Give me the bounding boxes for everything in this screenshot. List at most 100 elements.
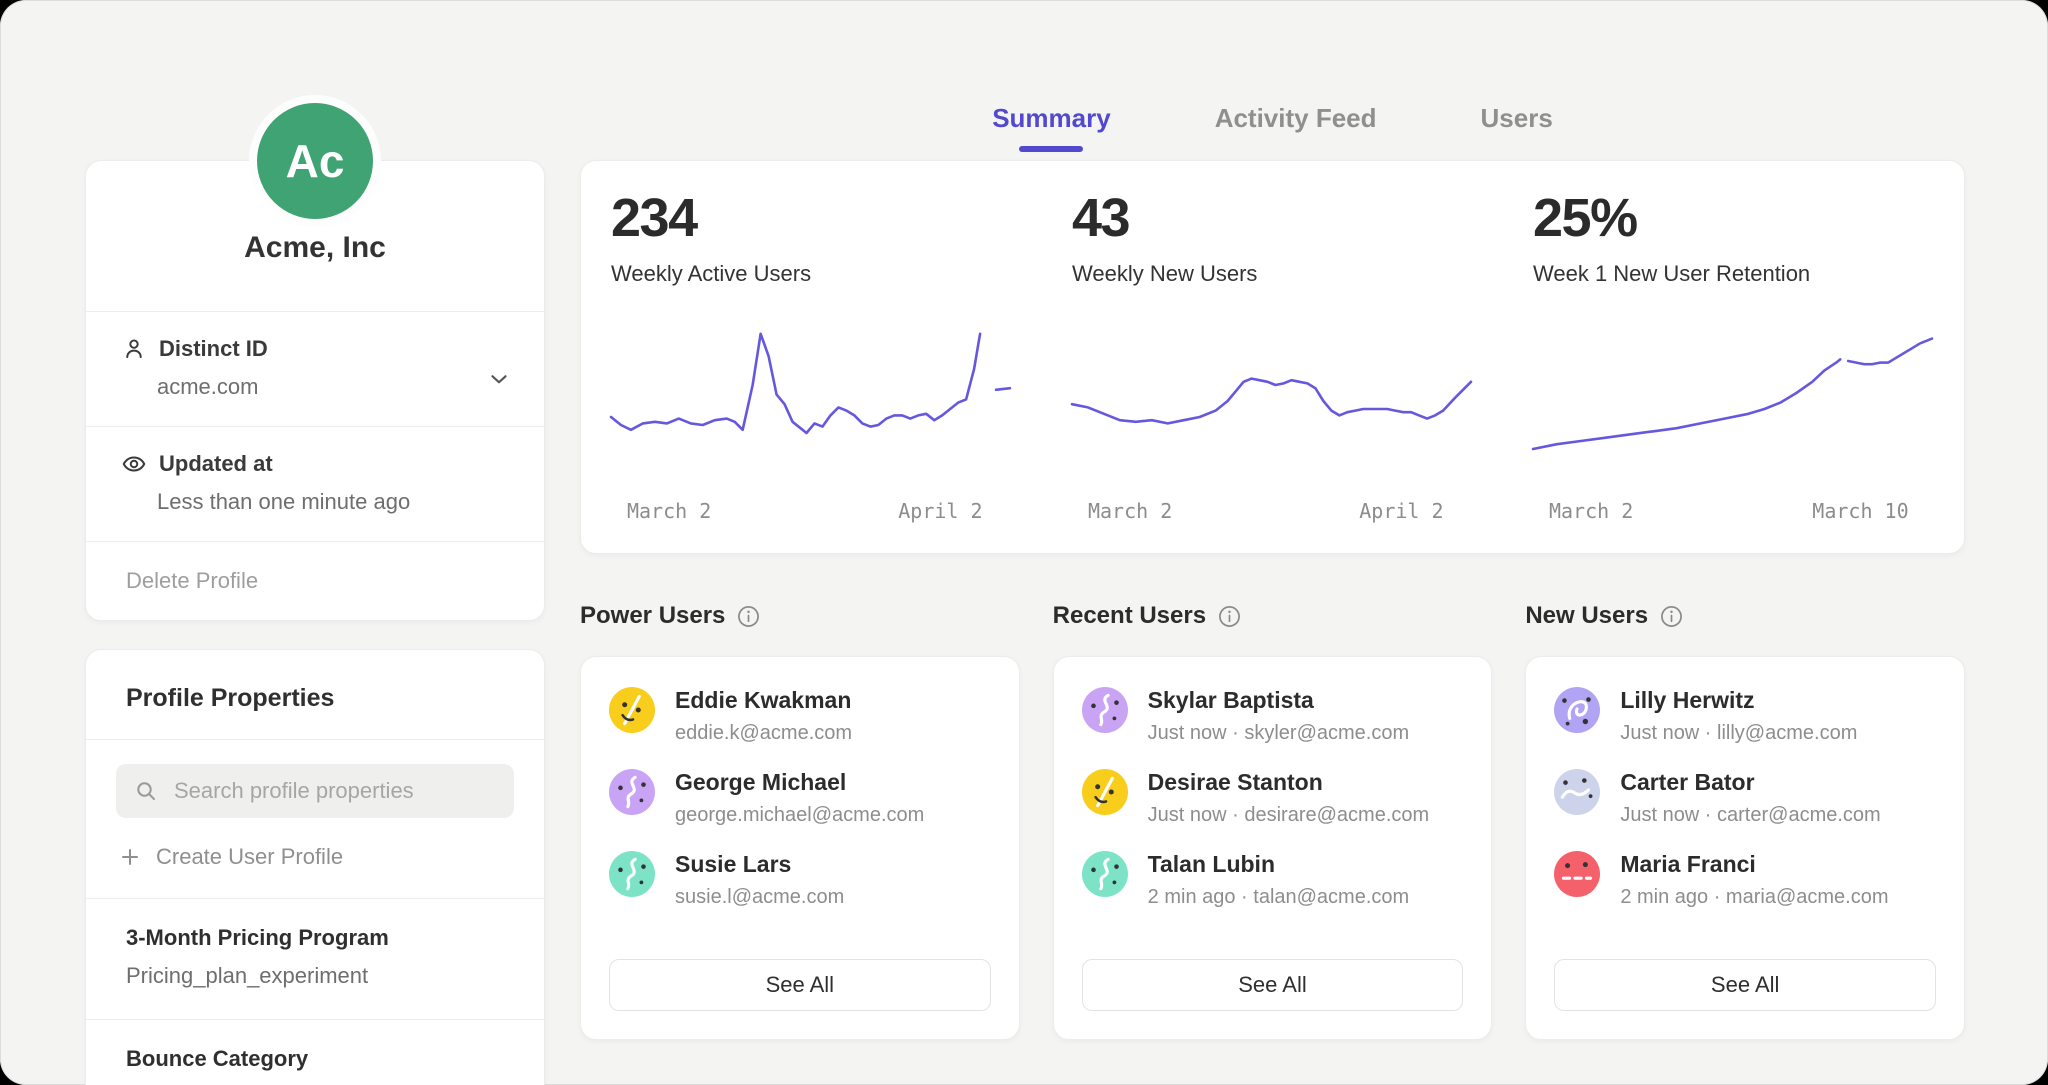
new-users-card: Lilly Herwitz Just now · lilly@acme.com … bbox=[1525, 656, 1965, 1040]
distinct-id-row[interactable]: Distinct ID acme.com bbox=[86, 311, 544, 426]
user-name: Skylar Baptista bbox=[1148, 687, 1409, 714]
user-name: Lilly Herwitz bbox=[1620, 687, 1857, 714]
user-row[interactable]: Desirae Stanton Just now · desirare@acme… bbox=[1082, 769, 1464, 827]
user-row[interactable]: George Michael george.michael@acme.com bbox=[609, 769, 991, 827]
updated-at-row: Updated at Less than one minute ago bbox=[86, 426, 544, 541]
stat-weekly-new-users: 43 Weekly New Users March 2 April 2 bbox=[1042, 187, 1503, 525]
property-row[interactable]: Bounce Category inactive-mailbox bbox=[86, 1019, 544, 1085]
user-email: eddie.k@acme.com bbox=[675, 722, 852, 745]
user-row[interactable]: Skylar Baptista Just now · skyler@acme.c… bbox=[1082, 687, 1464, 745]
search-profile-properties[interactable] bbox=[116, 764, 514, 818]
line-chart-weekly-new-users bbox=[1072, 321, 1471, 481]
create-user-profile-button[interactable]: Create User Profile bbox=[86, 818, 544, 898]
property-name: Bounce Category bbox=[126, 1046, 504, 1072]
user-avatar bbox=[1082, 769, 1128, 815]
search-icon bbox=[134, 779, 158, 803]
user-meta: Just now · desirare@acme.com bbox=[1148, 804, 1430, 827]
user-row[interactable]: Eddie Kwakman eddie.k@acme.com bbox=[609, 687, 991, 745]
x-axis-tick: March 2 bbox=[627, 499, 711, 523]
search-input[interactable] bbox=[172, 777, 496, 805]
profile-sidebar: Ac Acme, Inc Distinct ID acme.com bbox=[85, 89, 545, 1085]
user-avatar bbox=[1554, 687, 1600, 733]
user-row[interactable]: Susie Lars susie.l@acme.com bbox=[609, 851, 991, 909]
user-lists-row: Power Users Eddie Kwakman eddie.k@acme. bbox=[580, 602, 1965, 1040]
user-avatar bbox=[1082, 851, 1128, 897]
user-name: George Michael bbox=[675, 769, 924, 796]
tab-bar: Summary Activity Feed Users bbox=[580, 0, 1965, 160]
line-chart-weekly-active-users bbox=[611, 321, 1010, 481]
plus-icon bbox=[118, 845, 142, 869]
user-meta: 2 min ago · talan@acme.com bbox=[1148, 886, 1410, 909]
stat-weekly-active-users: 234 Weekly Active Users March 2 April 2 bbox=[581, 187, 1042, 525]
user-meta: 2 min ago · maria@acme.com bbox=[1620, 886, 1888, 909]
stat-label: Weekly New Users bbox=[1042, 261, 1503, 287]
user-name: Eddie Kwakman bbox=[675, 687, 852, 714]
tab-activity-feed[interactable]: Activity Feed bbox=[1211, 103, 1381, 134]
user-row[interactable]: Lilly Herwitz Just now · lilly@acme.com bbox=[1554, 687, 1936, 745]
user-meta: Just now · carter@acme.com bbox=[1620, 804, 1880, 827]
x-axis: March 2 March 10 bbox=[1533, 499, 1932, 525]
x-axis-tick: April 2 bbox=[898, 499, 982, 523]
create-user-profile-label: Create User Profile bbox=[156, 844, 343, 870]
x-axis-tick: March 2 bbox=[1088, 499, 1172, 523]
tab-summary[interactable]: Summary bbox=[988, 103, 1115, 134]
distinct-id-label: Distinct ID bbox=[159, 336, 268, 362]
user-meta: Just now · lilly@acme.com bbox=[1620, 722, 1857, 745]
user-email: george.michael@acme.com bbox=[675, 804, 924, 827]
new-users-heading: New Users bbox=[1525, 602, 1648, 630]
user-name: Talan Lubin bbox=[1148, 851, 1410, 878]
user-name: Desirae Stanton bbox=[1148, 769, 1430, 796]
profile-card: Ac Acme, Inc Distinct ID acme.com bbox=[85, 160, 545, 621]
updated-at-value: Less than one minute ago bbox=[157, 489, 510, 515]
user-avatar bbox=[609, 687, 655, 733]
company-avatar: Ac bbox=[249, 95, 381, 227]
summary-stats-card: 234 Weekly Active Users March 2 April 2 … bbox=[580, 160, 1965, 554]
chevron-down-icon[interactable] bbox=[486, 366, 512, 392]
profile-properties-card: Profile Properties bbox=[85, 649, 545, 1085]
property-row[interactable]: 3-Month Pricing Program Pricing_plan_exp… bbox=[86, 898, 544, 1019]
see-all-button[interactable]: See All bbox=[1082, 959, 1464, 1011]
user-avatar bbox=[609, 851, 655, 897]
see-all-button[interactable]: See All bbox=[1554, 959, 1936, 1011]
power-users-heading: Power Users bbox=[580, 602, 725, 630]
user-name: Carter Bator bbox=[1620, 769, 1880, 796]
stat-week1-retention: 25% Week 1 New User Retention March 2 Ma… bbox=[1503, 187, 1964, 525]
user-email: susie.l@acme.com bbox=[675, 886, 844, 909]
delete-profile-button[interactable]: Delete Profile bbox=[86, 541, 544, 620]
user-name: Maria Franci bbox=[1620, 851, 1888, 878]
info-icon[interactable] bbox=[737, 605, 760, 628]
user-name: Susie Lars bbox=[675, 851, 844, 878]
distinct-id-value: acme.com bbox=[157, 374, 510, 400]
property-name: 3-Month Pricing Program bbox=[126, 925, 504, 951]
user-avatar bbox=[1554, 851, 1600, 897]
info-icon[interactable] bbox=[1660, 605, 1683, 628]
stat-label: Weekly Active Users bbox=[581, 261, 1042, 287]
x-axis-tick: March 2 bbox=[1549, 499, 1633, 523]
tab-users[interactable]: Users bbox=[1477, 103, 1557, 134]
eye-icon bbox=[121, 451, 147, 477]
x-axis: March 2 April 2 bbox=[1072, 499, 1471, 525]
x-axis-tick: March 10 bbox=[1812, 499, 1908, 523]
recent-users-heading: Recent Users bbox=[1053, 602, 1206, 630]
user-row[interactable]: Talan Lubin 2 min ago · talan@acme.com bbox=[1082, 851, 1464, 909]
user-avatar bbox=[609, 769, 655, 815]
stat-value: 43 bbox=[1042, 187, 1503, 249]
see-all-button[interactable]: See All bbox=[609, 959, 991, 1011]
company-name: Acme, Inc bbox=[86, 231, 544, 265]
user-avatar bbox=[1554, 769, 1600, 815]
user-meta: Just now · skyler@acme.com bbox=[1148, 722, 1409, 745]
power-users-section: Power Users Eddie Kwakman eddie.k@acme. bbox=[580, 602, 1020, 1040]
info-icon[interactable] bbox=[1218, 605, 1241, 628]
recent-users-card: Skylar Baptista Just now · skyler@acme.c… bbox=[1053, 656, 1493, 1040]
app-window: Ac Acme, Inc Distinct ID acme.com bbox=[0, 0, 2048, 1085]
stat-label: Week 1 New User Retention bbox=[1503, 261, 1964, 287]
stat-value: 25% bbox=[1503, 187, 1964, 249]
x-axis: March 2 April 2 bbox=[611, 499, 1010, 525]
person-icon bbox=[121, 336, 147, 362]
user-row[interactable]: Carter Bator Just now · carter@acme.com bbox=[1554, 769, 1936, 827]
new-users-section: New Users Lilly Herwitz Just now · lill bbox=[1525, 602, 1965, 1040]
user-avatar bbox=[1082, 687, 1128, 733]
updated-at-label: Updated at bbox=[159, 451, 273, 477]
user-row[interactable]: Maria Franci 2 min ago · maria@acme.com bbox=[1554, 851, 1936, 909]
power-users-card: Eddie Kwakman eddie.k@acme.com George Mi… bbox=[580, 656, 1020, 1040]
